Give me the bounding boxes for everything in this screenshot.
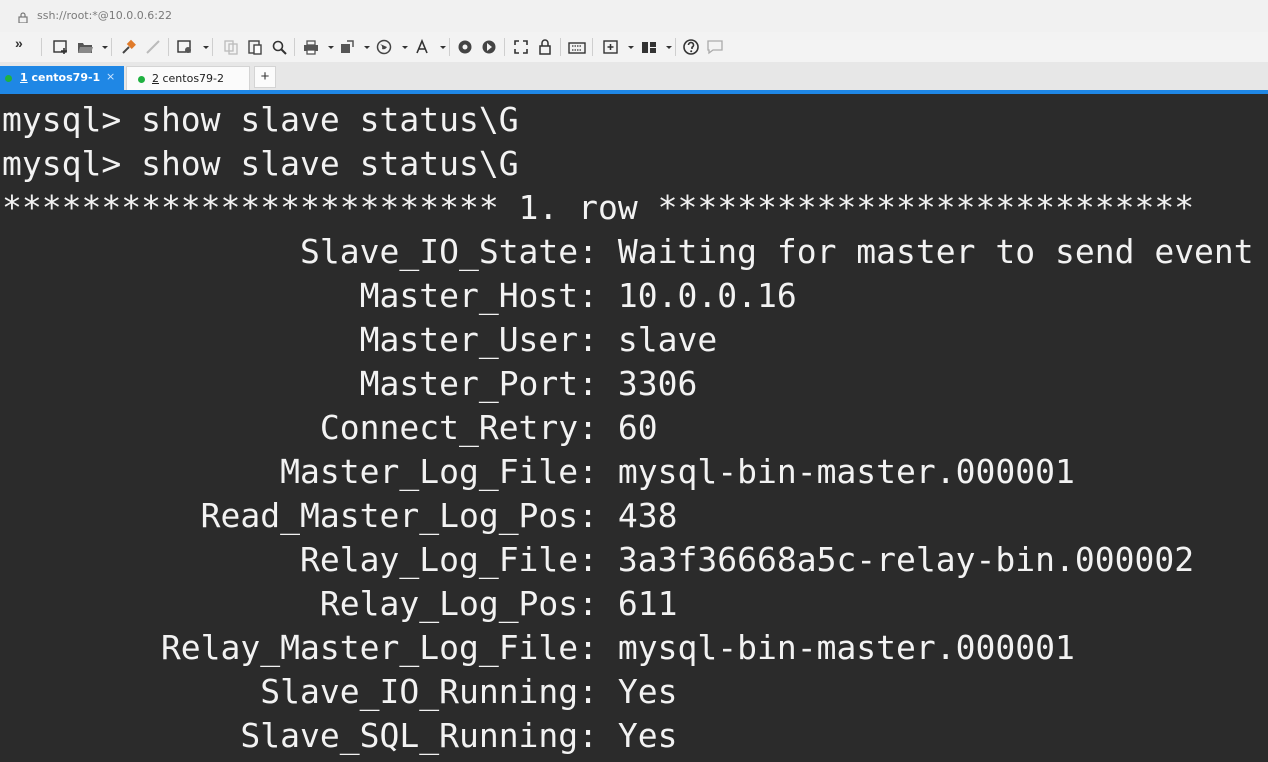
session-url[interactable]: ssh://root:*@10.0.0.6:22: [37, 9, 172, 22]
terminal-line: Slave_SQL_Running: Yes: [2, 716, 678, 755]
toolbar-separator: [449, 38, 450, 56]
active-tab-indicator: [0, 90, 1268, 94]
close-icon[interactable]: ×: [106, 70, 115, 83]
properties-icon[interactable]: [176, 38, 194, 56]
terminal-line: Relay_Log_File: 3a3f36668a5c-relay-bin.0…: [2, 540, 1195, 579]
toolbar-separator: [504, 38, 505, 56]
terminal-line: ************************* 1. row *******…: [2, 188, 1195, 227]
terminal-line: Master_User: slave: [2, 320, 718, 359]
open-folder-icon[interactable]: [76, 38, 94, 56]
toolbar-separator: [294, 38, 295, 56]
tab-label: 1 centos79-1: [20, 71, 101, 84]
connect-icon[interactable]: [120, 38, 138, 56]
keyboard-icon[interactable]: [568, 38, 586, 56]
help-icon[interactable]: [682, 38, 700, 56]
disconnect-icon[interactable]: [144, 38, 162, 56]
session-tab-bar: 1 centos79-1 × 2 centos79-2 +: [0, 62, 1268, 90]
chevron-down-icon[interactable]: [660, 38, 672, 56]
paste-icon[interactable]: [246, 38, 264, 56]
lock-icon: [18, 10, 28, 24]
terminal-line: mysql> show slave status\G: [2, 144, 519, 183]
transfer-icon[interactable]: [338, 38, 356, 56]
find-icon[interactable]: [270, 38, 288, 56]
toolbar: »: [0, 32, 1268, 62]
terminal-line: Master_Port: 3306: [2, 364, 698, 403]
tab-centos79-1[interactable]: 1 centos79-1 ×: [0, 66, 124, 90]
terminal-line: mysql> show slave status\G: [2, 100, 519, 139]
chevron-down-icon[interactable]: [322, 38, 334, 56]
fullscreen-icon[interactable]: [512, 38, 530, 56]
terminal-output[interactable]: mysql> show slave status\G mysql> show s…: [0, 98, 1268, 762]
tab-label: 2 centos79-2: [152, 72, 225, 85]
terminal-line: Slave_IO_State: Waiting for master to se…: [2, 232, 1254, 271]
chevron-down-icon[interactable]: [434, 38, 446, 56]
lock-icon[interactable]: [536, 38, 554, 56]
status-dot-icon: [138, 76, 145, 83]
toolbar-separator: [41, 38, 42, 56]
add-icon[interactable]: [602, 38, 620, 56]
terminal-line: Relay_Log_Pos: 611: [2, 584, 678, 623]
script-record-icon[interactable]: [456, 38, 474, 56]
toolbar-overflow-button[interactable]: »: [15, 35, 23, 51]
terminal-line: Read_Master_Log_Pos: 438: [2, 496, 678, 535]
terminal-line: Master_Host: 10.0.0.16: [2, 276, 797, 315]
terminal-line: Connect_Retry: 60: [2, 408, 658, 447]
chat-icon[interactable]: [706, 38, 724, 56]
toolbar-separator: [212, 38, 213, 56]
globe-icon[interactable]: [375, 38, 393, 56]
chevron-down-icon[interactable]: [96, 38, 108, 56]
terminal-line: Slave_IO_Running: Yes: [2, 672, 678, 711]
toolbar-separator: [592, 38, 593, 56]
toolbar-separator: [111, 38, 112, 56]
toolbar-separator: [675, 38, 676, 56]
script-run-icon[interactable]: [480, 38, 498, 56]
address-bar: ssh://root:*@10.0.0.6:22: [0, 0, 1268, 33]
new-session-icon[interactable]: [52, 38, 70, 56]
layout-icon[interactable]: [640, 38, 658, 56]
toolbar-separator: [168, 38, 169, 56]
chevron-down-icon[interactable]: [396, 38, 408, 56]
terminal-line: Relay_Master_Log_File: mysql-bin-master.…: [2, 628, 1075, 667]
chevron-down-icon[interactable]: [622, 38, 634, 56]
tab-centos79-2[interactable]: 2 centos79-2: [126, 66, 250, 90]
chevron-down-icon[interactable]: [358, 38, 370, 56]
chevron-down-icon[interactable]: [197, 38, 209, 56]
print-icon[interactable]: [302, 38, 320, 56]
terminal-line: Master_Log_File: mysql-bin-master.000001: [2, 452, 1075, 491]
font-icon[interactable]: [414, 38, 432, 56]
new-tab-button[interactable]: +: [254, 66, 276, 88]
toolbar-separator: [560, 38, 561, 56]
copy-icon[interactable]: [222, 38, 240, 56]
status-dot-icon: [5, 75, 12, 82]
